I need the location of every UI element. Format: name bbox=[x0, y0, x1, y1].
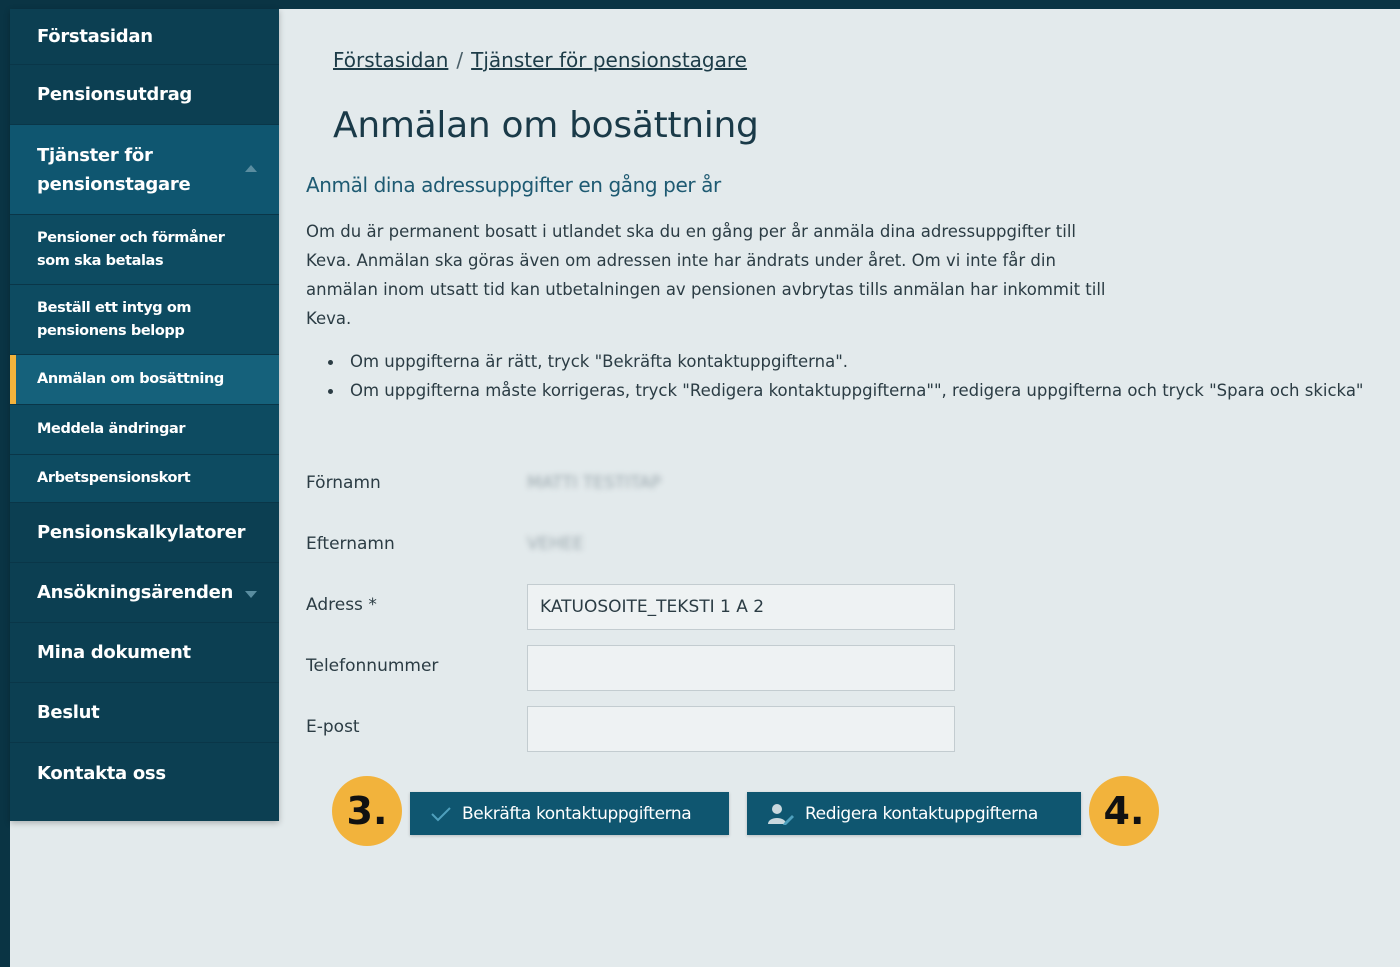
sidebar-item-anmalan-bosattning[interactable]: Anmälan om bosättning bbox=[10, 355, 279, 405]
confirm-contact-button[interactable]: Bekräfta kontaktuppgifterna bbox=[410, 792, 729, 835]
instructions-list: Om uppgifterna är rätt, tryck "Bekräfta … bbox=[328, 348, 1388, 405]
breadcrumb: Förstasidan / Tjänster för pensionstagare bbox=[333, 48, 747, 72]
sidebar-item-pensionsutdrag[interactable]: Pensionsutdrag bbox=[10, 65, 279, 125]
list-item: Om uppgifterna är rätt, tryck "Bekräfta … bbox=[328, 348, 1388, 377]
breadcrumb-separator: / bbox=[456, 48, 464, 72]
breadcrumb-current-link[interactable]: Tjänster för pensionstagare bbox=[471, 48, 747, 72]
sidebar-item-mina-dokument[interactable]: Mina dokument bbox=[10, 623, 279, 683]
sidebar-nav: Förstasidan Pensionsutdrag Tjänster för … bbox=[10, 9, 279, 821]
sidebar-item-bestall-intyg[interactable]: Beställ ett intyg om pensionens belopp bbox=[10, 285, 279, 355]
sidebar-item-label: Arbetspensionskort bbox=[37, 470, 191, 486]
email-field[interactable] bbox=[527, 706, 955, 752]
sidebar-item-label: Ansökningsärenden bbox=[37, 582, 234, 603]
sidebar-item-ansokningsarenden[interactable]: Ansökningsärenden bbox=[10, 563, 279, 623]
intro-paragraph: Om du är permanent bosatt i utlandet ska… bbox=[306, 222, 1106, 328]
first-name-value: MATTI TESTITAP bbox=[527, 473, 662, 493]
sidebar-item-label: Anmälan om bosättning bbox=[37, 371, 224, 387]
address-field[interactable] bbox=[527, 584, 955, 630]
sidebar-item-pensionskalkylatorer[interactable]: Pensionskalkylatorer bbox=[10, 503, 279, 563]
sidebar-item-label: Förstasidan bbox=[37, 26, 153, 47]
sidebar-item-arbetspensionskort[interactable]: Arbetspensionskort bbox=[10, 455, 279, 503]
sidebar-item-label: Meddela ändringar bbox=[37, 421, 186, 437]
user-edit-icon bbox=[767, 803, 795, 825]
checkmark-icon bbox=[430, 806, 452, 822]
chevron-down-icon bbox=[245, 590, 257, 598]
sidebar-item-label: Beslut bbox=[37, 702, 100, 723]
first-name-label: Förnamn bbox=[306, 473, 381, 493]
last-name-label: Efternamn bbox=[306, 534, 395, 554]
page-subtitle: Anmäl dina adressuppgifter en gång per å… bbox=[306, 173, 721, 197]
sidebar-item-label: Kontakta oss bbox=[37, 762, 166, 784]
sidebar-item-tjanster[interactable]: Tjänster för pensionstagare bbox=[10, 125, 279, 215]
list-item: Om uppgifterna måste korrigeras, tryck "… bbox=[328, 377, 1388, 406]
sidebar-item-forstasidan[interactable]: Förstasidan bbox=[10, 9, 279, 65]
sidebar-item-kontakta-oss[interactable]: Kontakta oss bbox=[10, 743, 279, 803]
breadcrumb-home-link[interactable]: Förstasidan bbox=[333, 48, 448, 72]
edit-contact-button[interactable]: Redigera kontaktuppgifterna bbox=[747, 792, 1081, 835]
sidebar-item-label: Pensionskalkylatorer bbox=[37, 522, 246, 543]
sidebar-item-label: Pensioner och förmåner som ska betalas bbox=[37, 229, 225, 269]
confirm-contact-label: Bekräfta kontaktuppgifterna bbox=[462, 803, 692, 824]
phone-label: Telefonnummer bbox=[306, 656, 439, 676]
step-badge-4: 4. bbox=[1089, 776, 1159, 846]
address-label: Adress * bbox=[306, 595, 377, 615]
sidebar-item-beslut[interactable]: Beslut bbox=[10, 683, 279, 743]
sidebar-item-label: Beställ ett intyg om pensionens belopp bbox=[37, 299, 192, 339]
sidebar-item-label: Tjänster för pensionstagare bbox=[37, 144, 191, 195]
chevron-up-icon bbox=[245, 164, 257, 172]
edit-contact-label: Redigera kontaktuppgifterna bbox=[805, 803, 1038, 824]
sidebar-item-meddela-andringar[interactable]: Meddela ändringar bbox=[10, 405, 279, 455]
email-label: E-post bbox=[306, 717, 360, 737]
page-title: Anmälan om bosättning bbox=[333, 105, 759, 146]
step-badge-3: 3. bbox=[332, 776, 402, 846]
last-name-value: VEHEE bbox=[527, 534, 584, 554]
sidebar-item-pensioner-formaner[interactable]: Pensioner och förmåner som ska betalas bbox=[10, 215, 279, 285]
sidebar-item-label: Mina dokument bbox=[37, 642, 191, 663]
phone-field[interactable] bbox=[527, 645, 955, 691]
sidebar-item-label: Pensionsutdrag bbox=[37, 84, 193, 105]
